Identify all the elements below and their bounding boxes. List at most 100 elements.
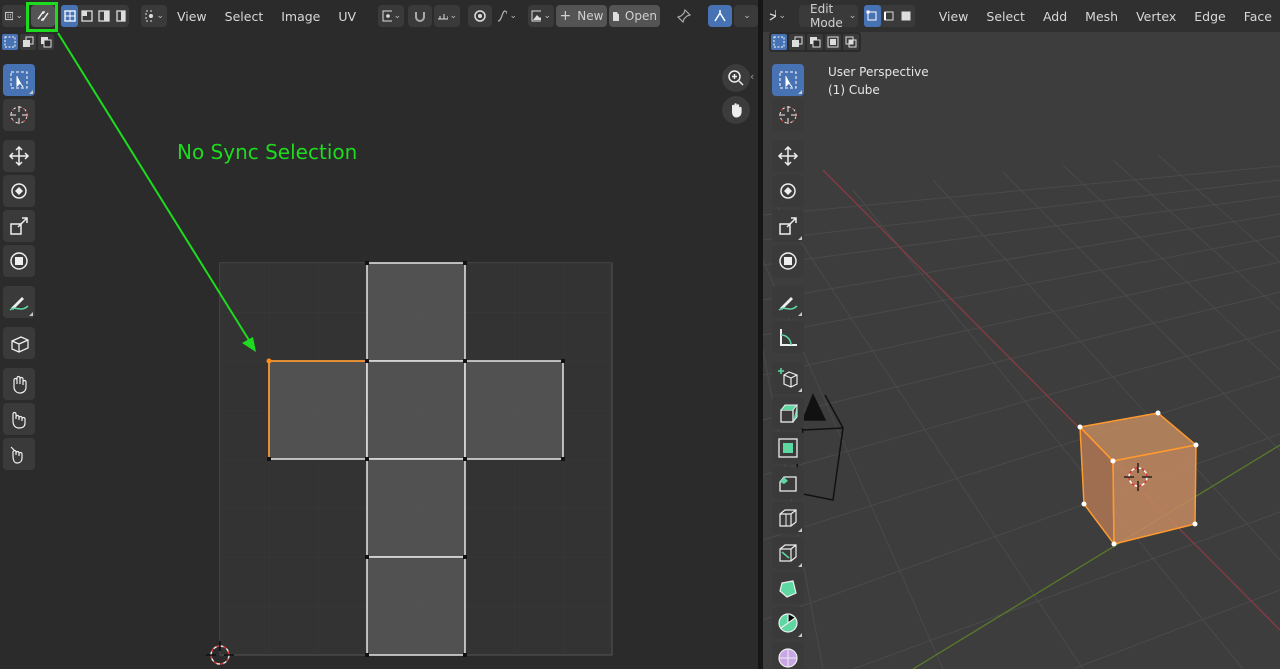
uv-face[interactable] [268, 360, 368, 460]
move-tool[interactable] [772, 140, 804, 172]
annotation-arrow [57, 32, 256, 352]
tool-corner-icon [798, 236, 802, 240]
spin-tool[interactable] [772, 607, 804, 639]
rotate-tool[interactable] [3, 175, 35, 207]
zoom-view-button[interactable] [722, 64, 750, 92]
menu-face[interactable]: Face [1236, 5, 1280, 27]
menu-view[interactable]: View [931, 5, 977, 27]
menu-select[interactable]: Select [978, 5, 1033, 27]
annotation-label: No Sync Selection [177, 140, 358, 164]
uv-face[interactable] [464, 360, 564, 460]
annotate-icon [778, 297, 798, 311]
select-subtract-icon[interactable] [807, 34, 823, 50]
knife-tool[interactable] [772, 537, 804, 569]
scale-icon [10, 217, 28, 235]
rip-region-tool[interactable] [3, 327, 35, 359]
tool-corner-icon [798, 528, 802, 532]
extrude-tool[interactable] [772, 397, 804, 429]
cursor-tool[interactable] [772, 99, 804, 131]
sticky-select-dropdown[interactable]: ⌄ [141, 5, 167, 27]
cursor-icon [779, 106, 797, 124]
menu-select[interactable]: Select [217, 5, 272, 27]
menu-add[interactable]: Add [1035, 5, 1075, 27]
viewport-object-label: (1) Cube [828, 83, 880, 97]
new-image-button[interactable]: + New [556, 5, 607, 27]
add-cube-tool[interactable] [772, 362, 804, 394]
scale-tool[interactable] [772, 210, 804, 242]
face-select-icon[interactable] [95, 5, 112, 27]
smooth-tool[interactable] [772, 642, 804, 669]
select-set-icon[interactable] [2, 34, 18, 50]
falloff-dropdown[interactable]: ⌄ [494, 5, 520, 27]
falloff-curve-icon [497, 10, 508, 22]
sidebar-expand-icon[interactable]: ‹ [750, 70, 754, 83]
uv-canvas[interactable] [0, 0, 758, 669]
loop-cut-tool[interactable] [772, 502, 804, 534]
menu-view[interactable]: View [169, 5, 215, 27]
move-tool[interactable] [3, 140, 35, 172]
edge-mode-icon[interactable] [881, 5, 898, 27]
plus-icon: + [559, 8, 572, 24]
snap-target-dropdown[interactable]: ⌄ [434, 5, 461, 27]
transform-tool[interactable] [3, 245, 35, 277]
vertex-select-icon[interactable] [61, 5, 78, 27]
chevron-down-icon: ⌄ [449, 11, 458, 21]
inset-tool[interactable] [772, 432, 804, 464]
mode-dropdown[interactable]: Edit Mode ⌄ [799, 2, 858, 30]
select-box-tool[interactable] [3, 64, 35, 96]
uv-face[interactable] [366, 458, 466, 558]
editor-type-button[interactable]: ⌄ [765, 5, 789, 27]
uv-face[interactable] [366, 360, 466, 460]
cursor-tool[interactable] [3, 99, 35, 131]
measure-tool[interactable] [772, 321, 804, 353]
grab-tool[interactable] [3, 368, 35, 400]
image-editor-icon [5, 11, 14, 21]
cube-mesh[interactable] [1077, 410, 1199, 547]
editor-type-button[interactable]: ⌄ [2, 5, 26, 27]
face-mode-icon[interactable] [898, 5, 915, 27]
snap-increment-icon [438, 14, 448, 20]
edge-select-icon[interactable] [78, 5, 95, 27]
relax-tool[interactable] [3, 403, 35, 435]
scale-tool[interactable] [3, 210, 35, 242]
select-extend-icon[interactable] [789, 34, 805, 50]
select-intersect-icon[interactable] [843, 34, 859, 50]
bevel-tool[interactable] [772, 467, 804, 499]
pin-button[interactable] [672, 5, 696, 27]
pan-view-button[interactable] [722, 96, 750, 124]
pivot-icon [382, 10, 392, 22]
annotate-tool[interactable] [772, 286, 804, 318]
annotation-highlight-box [26, 2, 58, 32]
uv-face[interactable] [366, 262, 466, 362]
select-extend-icon[interactable] [20, 34, 36, 50]
select-subtract-icon[interactable] [38, 34, 54, 50]
annotate-tool[interactable] [3, 286, 35, 318]
rotate-tool[interactable] [772, 175, 804, 207]
vertex-mode-icon[interactable] [863, 5, 881, 27]
pivot-dropdown[interactable]: ⌄ [378, 5, 405, 27]
select-set-icon[interactable] [771, 34, 787, 50]
menu-mesh[interactable]: Mesh [1077, 5, 1126, 27]
select-invert-icon[interactable] [825, 34, 841, 50]
uv-face[interactable] [366, 556, 466, 656]
open-label: Open [624, 9, 657, 23]
transform-tool[interactable] [772, 245, 804, 277]
gizmo-dropdown[interactable]: ⌄ [733, 5, 758, 27]
gizmo-toggle[interactable] [707, 5, 732, 27]
transform-icon [779, 252, 797, 270]
island-select-icon[interactable] [112, 5, 129, 27]
menu-image[interactable]: Image [273, 5, 328, 27]
pinch-tool[interactable] [3, 438, 35, 470]
open-image-button[interactable]: Open [609, 5, 660, 27]
poly-build-tool[interactable] [772, 572, 804, 604]
menu-uv[interactable]: UV [330, 5, 364, 27]
viewport-canvas[interactable] [763, 0, 1280, 669]
proportional-edit-toggle[interactable] [468, 5, 493, 27]
menu-vertex[interactable]: Vertex [1128, 5, 1184, 27]
select-box-tool[interactable] [772, 64, 804, 96]
folder-icon [613, 12, 619, 21]
menu-edge[interactable]: Edge [1186, 5, 1233, 27]
snap-toggle[interactable] [408, 5, 433, 27]
image-browse-dropdown[interactable]: ⌄ [528, 5, 555, 27]
knife-icon [779, 544, 797, 562]
